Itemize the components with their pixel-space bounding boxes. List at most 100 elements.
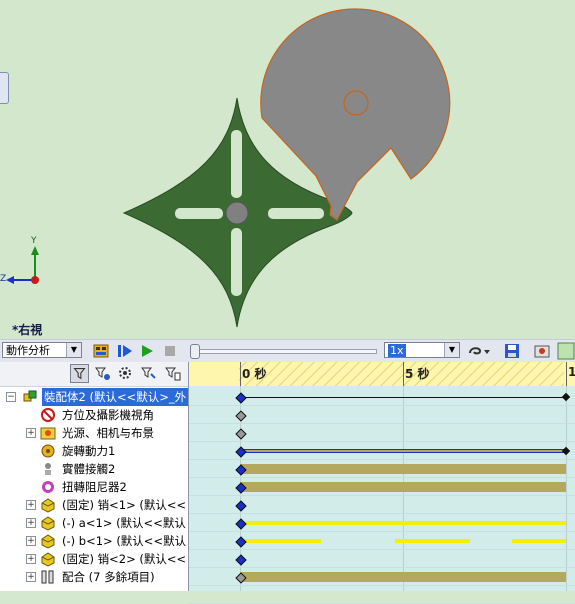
tree-item[interactable]: + (-) b<1> (默认<<默认 [0, 532, 188, 550]
tree-item[interactable]: 實體接觸2 [0, 460, 188, 478]
tree-item-label: 實體接觸2 [62, 462, 116, 476]
key-point-diamond[interactable] [561, 446, 571, 456]
time-ruler[interactable]: 0 秒 5 秒 10 [189, 362, 575, 386]
filter-results-icon[interactable] [163, 364, 182, 383]
motor-time-bar-outline[interactable] [240, 450, 566, 452]
playback-speed-select[interactable]: 1x ▼ [384, 342, 460, 358]
assembly-key-line[interactable] [240, 396, 566, 398]
chevron-down-icon: ▼ [66, 343, 81, 357]
mates-icon [41, 570, 54, 584]
filter-icon[interactable] [70, 364, 89, 383]
save-icon[interactable] [503, 342, 521, 360]
part-icon [41, 552, 55, 567]
expand-toggle-icon[interactable]: + [26, 518, 36, 528]
axis-y-label: Y [31, 236, 37, 246]
time-tick-mark [240, 362, 241, 386]
tree-item[interactable]: + 光源、相机与布景 [0, 424, 188, 442]
tree-item-label: 配合 (7 多餘項目) [62, 570, 155, 584]
stop-icon[interactable] [161, 342, 179, 360]
axis-triad [6, 246, 39, 284]
timeline-row-separator [189, 585, 575, 586]
expand-toggle-icon[interactable]: + [26, 500, 36, 510]
filter-animated-icon[interactable] [93, 364, 112, 383]
key-point-diamond[interactable] [235, 428, 247, 440]
torsional-damper-icon [42, 481, 54, 493]
tree-item[interactable]: + (固定) 销<1> (默认<< [0, 496, 188, 514]
rotary-motor-icon [41, 444, 55, 458]
timeline-row-separator [189, 567, 575, 568]
graphics-viewport[interactable]: Y Z *右視 [0, 0, 575, 339]
collapse-panel-icon[interactable] [557, 342, 575, 360]
tree-item[interactable]: 旋轉動力1 [0, 442, 188, 460]
tree-item-label: (-) a<1> (默认<<默认 [62, 516, 186, 530]
study-type-value: 動作分析 [6, 344, 50, 357]
part-icon [41, 498, 55, 513]
filter-driving-icon[interactable] [116, 364, 135, 383]
timeline-row-separator [189, 459, 575, 460]
expand-toggle-icon[interactable]: + [26, 572, 36, 582]
part-icon [41, 534, 55, 549]
time-tick-label: 0 秒 [242, 367, 267, 381]
contact-time-bar[interactable] [240, 464, 566, 474]
time-tick-label: 10 [568, 365, 575, 379]
axis-z-label: Z [0, 274, 7, 284]
play-icon[interactable] [138, 342, 156, 360]
tree-item-label: 方位及攝影機視角 [62, 408, 154, 422]
part-b-motion-bar[interactable] [395, 539, 470, 543]
timeline-row-separator [189, 513, 575, 514]
play-from-start-icon[interactable] [116, 342, 134, 360]
tree-item-label: 扭轉阻尼器2 [62, 480, 127, 494]
key-point-diamond[interactable] [235, 554, 247, 566]
chevron-down-icon: ▼ [444, 343, 459, 357]
timeline-panel[interactable]: 0 秒 5 秒 10 [188, 362, 575, 604]
key-point-diamond[interactable] [235, 500, 247, 512]
collapse-toggle-icon[interactable]: − [6, 392, 16, 402]
tree-item-label: 光源、相机与布景 [62, 426, 154, 440]
time-tick-mark [403, 362, 404, 386]
damper-time-bar[interactable] [240, 482, 566, 492]
timeline-row-separator [189, 441, 575, 442]
part-a-motion-bar[interactable] [245, 521, 566, 525]
view-orientation-label: *右視 [12, 323, 43, 337]
key-point-diamond[interactable] [235, 392, 247, 404]
filter-selected-icon[interactable] [139, 364, 158, 383]
tree-item-label: (固定) 销<2> (默认<< [62, 552, 187, 566]
expand-toggle-icon[interactable]: + [26, 536, 36, 546]
timeline-row-separator [189, 405, 575, 406]
tree-item[interactable]: 扭轉阻尼器2 [0, 478, 188, 496]
timeline-row-separator [189, 495, 575, 496]
motion-toolbar: 動作分析 ▼ 1x ▼ [0, 339, 575, 363]
loop-icon[interactable] [466, 342, 492, 360]
lights-scene-icon [40, 427, 56, 440]
tree-item-label: 裝配体2 (默认<<默认>_外 [42, 388, 188, 406]
tree-item-label: 旋轉動力1 [62, 444, 116, 458]
playback-slider-thumb[interactable] [190, 344, 200, 359]
contact-icon [45, 463, 51, 475]
key-point-diamond[interactable] [561, 392, 571, 402]
time-tick-mark [566, 362, 567, 386]
study-type-select[interactable]: 動作分析 ▼ [2, 342, 82, 358]
tree-filter-bar [0, 362, 188, 387]
calculate-icon[interactable] [92, 342, 110, 360]
timeline-row-separator [189, 423, 575, 424]
playback-slider[interactable] [195, 349, 377, 354]
camera-orientation-icon [41, 408, 55, 422]
timeline-row-separator [189, 549, 575, 550]
part-b-motion-bar[interactable] [245, 539, 321, 543]
settings-icon[interactable] [533, 342, 551, 360]
key-point-diamond[interactable] [235, 410, 247, 422]
motion-feature-tree: − 裝配体2 (默认<<默认>_外方位及攝影機視角 + 光源、相机与布景 旋轉動力1 實體… [0, 362, 188, 591]
tree-item[interactable]: + (固定) 销<2> (默认<< [0, 550, 188, 568]
part-b-motion-bar[interactable] [512, 539, 566, 543]
expand-toggle-icon[interactable]: + [26, 554, 36, 564]
expand-toggle-icon[interactable]: + [26, 428, 36, 438]
panel-expand-handle[interactable] [0, 72, 9, 104]
timeline-row-separator [189, 477, 575, 478]
tree-item[interactable]: + (-) a<1> (默认<<默认 [0, 514, 188, 532]
tree-item[interactable]: 方位及攝影機視角 [0, 406, 188, 424]
mates-time-bar[interactable] [240, 572, 566, 582]
tree-item[interactable]: − 裝配体2 (默认<<默认>_外 [0, 388, 188, 406]
playback-speed-value: 1x [388, 344, 406, 357]
tree-item[interactable]: + 配合 (7 多餘項目) [0, 568, 188, 586]
model-view [6, 8, 451, 328]
